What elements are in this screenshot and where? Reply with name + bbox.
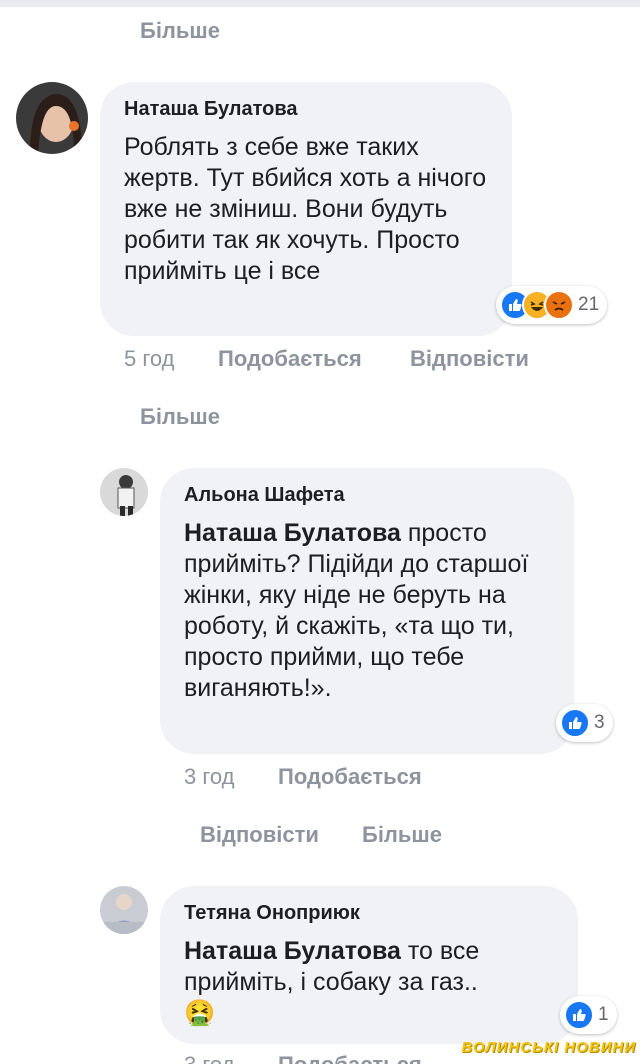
avatar-photo-icon: [100, 468, 148, 516]
avatar-photo-icon: [100, 886, 148, 934]
more-link[interactable]: Більше: [140, 18, 220, 44]
comment-text: Наташа Булатова просто прийміть? Підійди…: [184, 518, 548, 704]
reaction-count: 21: [578, 294, 600, 315]
comment-text: Роблять з себе вже таких жертв. Тут вбий…: [124, 133, 487, 285]
comment-bubble: Наташа Булатова Роблять з себе вже таких…: [100, 82, 512, 336]
comment-time[interactable]: 3 год: [184, 1052, 234, 1064]
reaction-summary[interactable]: 21: [496, 286, 608, 324]
reaction-summary[interactable]: 1: [560, 996, 617, 1034]
like-button[interactable]: Подобається: [278, 764, 422, 790]
reaction-count: 3: [594, 712, 605, 733]
comment-author[interactable]: Альона Шафета: [184, 484, 345, 507]
watermark-logo: ВОЛИНСЬКІ НОВИНИ: [461, 1039, 636, 1056]
avatar[interactable]: [100, 468, 148, 516]
reaction-count: 1: [598, 1004, 609, 1025]
comment-text: Наташа Булатова то все прийміть, і собак…: [184, 936, 554, 1029]
nauseated-emoji-icon: 🤮: [184, 999, 216, 1027]
reply-button[interactable]: Відповісти: [200, 822, 319, 848]
more-link[interactable]: Більше: [362, 822, 442, 848]
mention-link[interactable]: Наташа Булатова: [184, 519, 401, 547]
mention-link[interactable]: Наташа Булатова: [184, 937, 401, 965]
comment-time[interactable]: 3 год: [184, 764, 234, 790]
like-button[interactable]: Подобається: [218, 346, 362, 372]
reaction-summary[interactable]: 3: [556, 704, 613, 742]
avatar[interactable]: [100, 886, 148, 934]
more-link[interactable]: Більше: [140, 404, 220, 430]
comment-bubble: Тетяна Оноприюк Наташа Булатова то все п…: [160, 886, 578, 1044]
avatar[interactable]: [16, 82, 88, 154]
top-divider: [0, 0, 640, 7]
like-icon: [560, 708, 590, 738]
comment-bubble: Альона Шафета Наташа Булатова просто при…: [160, 468, 574, 754]
comment-author[interactable]: Наташа Булатова: [124, 98, 298, 121]
angry-icon: [544, 290, 574, 320]
like-button[interactable]: Подобається: [278, 1052, 422, 1064]
comment-time[interactable]: 5 год: [124, 346, 174, 372]
reply-button[interactable]: Відповісти: [410, 346, 529, 372]
avatar-photo-icon: [16, 82, 88, 154]
comment-author[interactable]: Тетяна Оноприюк: [184, 902, 360, 925]
like-icon: [564, 1000, 594, 1030]
